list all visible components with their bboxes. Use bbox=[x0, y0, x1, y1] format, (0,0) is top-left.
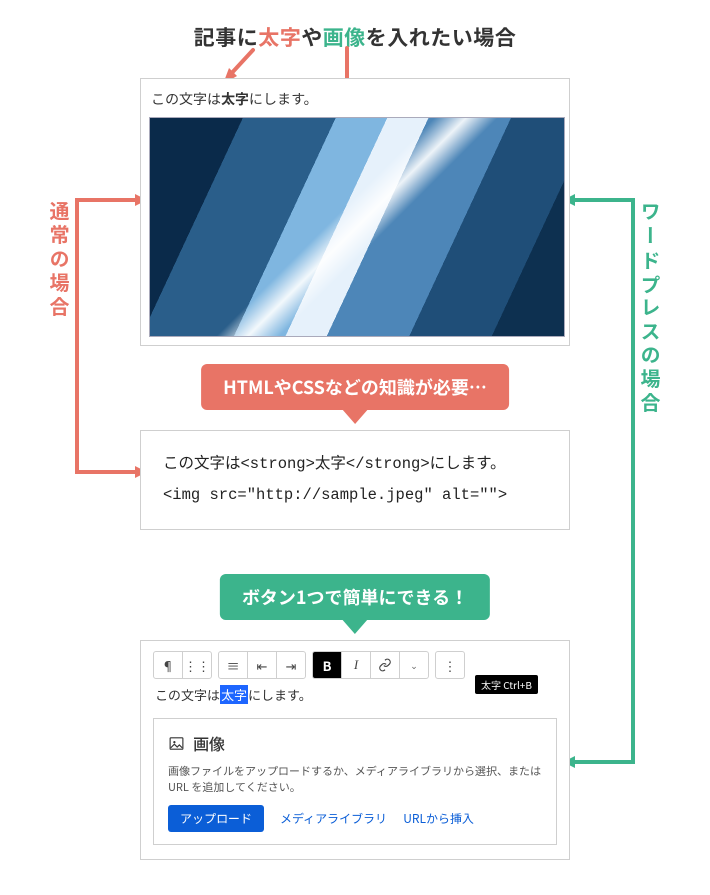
bracket-wordpress-icon bbox=[575, 198, 635, 764]
bracket-normal-icon bbox=[75, 198, 135, 474]
editor-line-pre: この文字は bbox=[155, 685, 220, 704]
toolbar-options-button[interactable]: ⋮ bbox=[436, 652, 464, 678]
insert-from-url-link[interactable]: URLから挿入 bbox=[403, 810, 474, 827]
image-block-desc: 画像ファイルをアップロードするか、メディアライブラリから選択、または URL を… bbox=[168, 763, 542, 795]
editor-line-selection: 太字 bbox=[220, 685, 248, 704]
toolbar-align-button[interactable]: ≡ bbox=[219, 652, 247, 678]
toolbar-drag-handle-icon[interactable]: ⋮⋮ bbox=[182, 652, 211, 678]
toolbar-outdent-button[interactable]: ⇤ bbox=[247, 652, 276, 678]
toolbar-bold-button[interactable]: B bbox=[313, 652, 341, 678]
toolbar-italic-button[interactable]: I bbox=[341, 652, 370, 678]
preview-text-bold: 太字 bbox=[221, 89, 249, 109]
media-library-link[interactable]: メディアライブラリ bbox=[280, 810, 387, 827]
toolbar-pilcrow-button[interactable]: ¶ bbox=[154, 652, 182, 678]
toolbar-link-button[interactable] bbox=[370, 652, 399, 678]
code-line-img: <img src="http://sample.jpeg" alt=""> bbox=[163, 480, 547, 511]
preview-image-placeholder bbox=[149, 117, 565, 337]
preview-text: この文字は太字にします。 bbox=[151, 89, 561, 109]
image-block: 画像 画像ファイルをアップロードするか、メディアライブラリから選択、または UR… bbox=[153, 718, 557, 845]
preview-text-pre: この文字は bbox=[151, 89, 221, 109]
editor-line-post: にします。 bbox=[248, 685, 312, 704]
code-panel: この文字は<strong>太字</strong>にします。 <img src="… bbox=[140, 430, 570, 530]
image-block-title: 画像 bbox=[168, 731, 542, 755]
caption-one-button: ボタン1つで簡単にできる！ bbox=[220, 574, 490, 620]
caption-html-required: HTMLやCSSなどの知識が必要… bbox=[201, 364, 509, 410]
toolbar-indent-button[interactable]: ⇥ bbox=[276, 652, 305, 678]
heading-post: を入れたい場合 bbox=[366, 22, 517, 52]
side-label-normal: 通常の場合 bbox=[45, 200, 74, 320]
image-icon bbox=[168, 735, 185, 752]
heading-mid: や bbox=[301, 22, 323, 52]
preview-text-post: にします。 bbox=[249, 89, 318, 109]
heading-bold: 太字 bbox=[258, 22, 301, 52]
wordpress-panel: ¶ ⋮⋮ ≡ ⇤ ⇥ B I ⌄ ⋮ 太字 Ctrl+B この文字は太字にします… bbox=[140, 640, 570, 860]
image-block-title-text: 画像 bbox=[193, 731, 225, 755]
image-block-actions: アップロード メディアライブラリ URLから挿入 bbox=[168, 805, 542, 832]
preview-panel: この文字は太字にします。 bbox=[140, 78, 570, 346]
code-line-strong: この文字は<strong>太字</strong>にします。 bbox=[163, 449, 547, 480]
side-label-wordpress: ワードプレスの場合 bbox=[636, 200, 665, 416]
upload-button[interactable]: アップロード bbox=[168, 805, 264, 832]
bold-tooltip: 太字 Ctrl+B bbox=[475, 675, 538, 694]
toolbar-more-button[interactable]: ⌄ bbox=[399, 652, 428, 678]
